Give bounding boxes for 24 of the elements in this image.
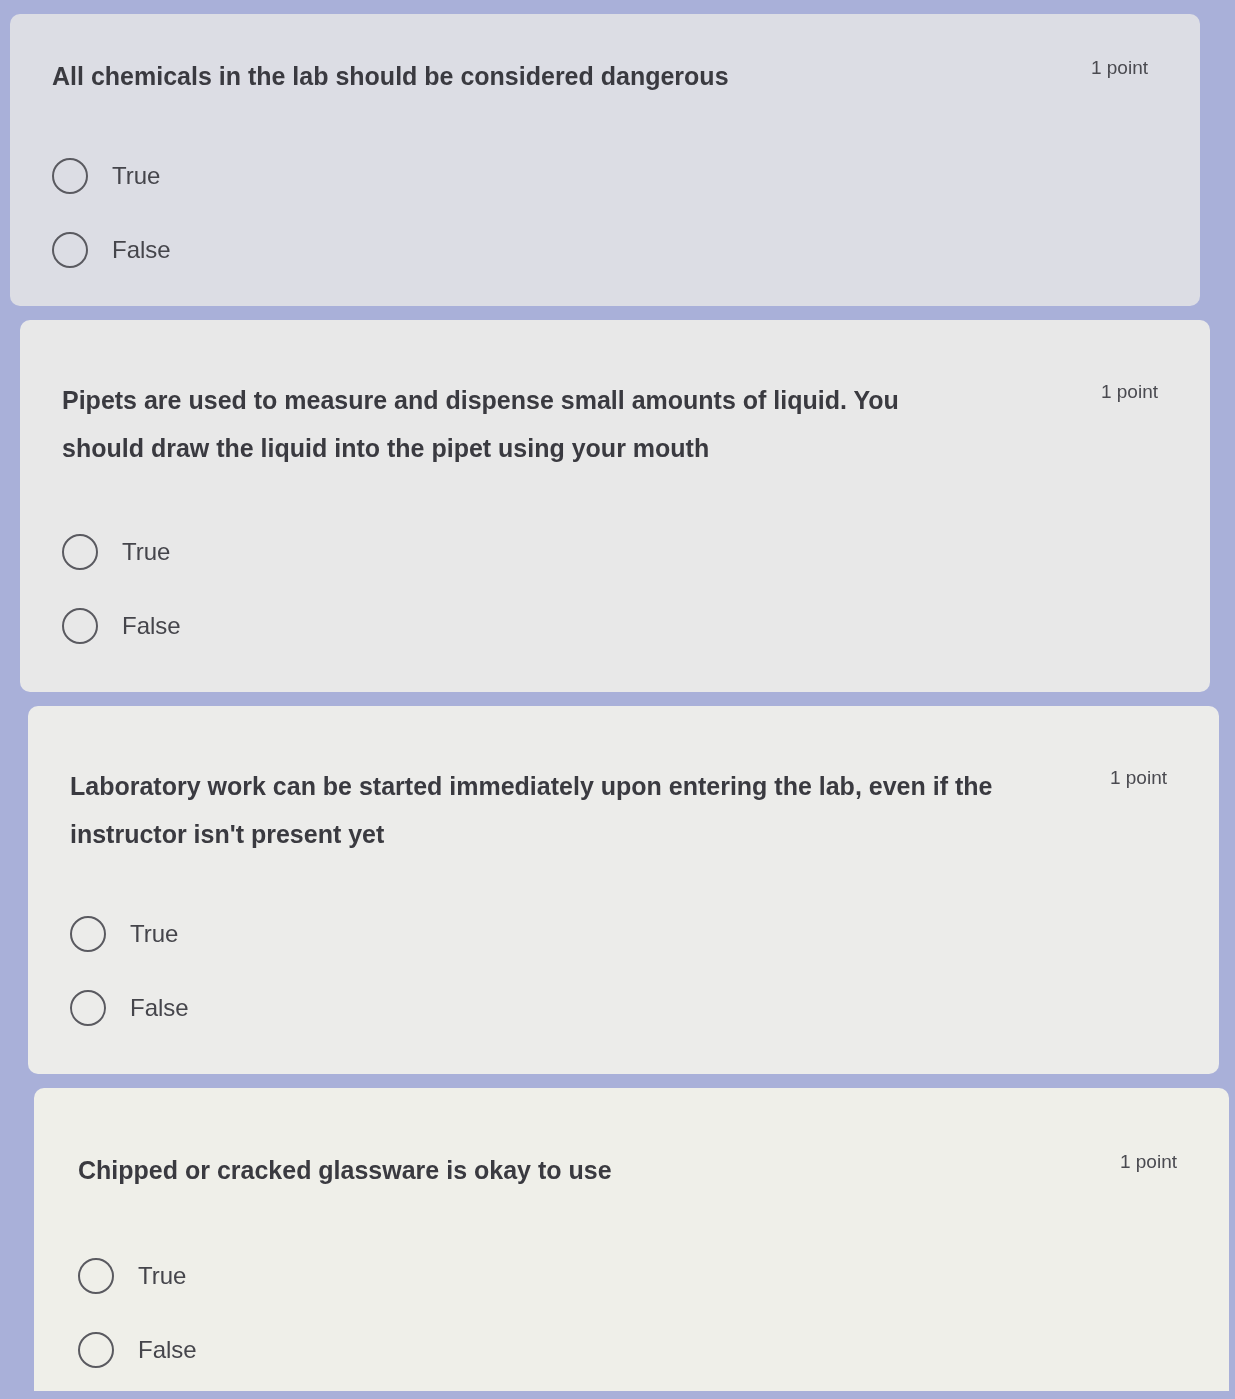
option-label: False	[138, 1335, 197, 1365]
points-label: 1 point	[1100, 380, 1158, 404]
radio-button[interactable]	[62, 608, 98, 644]
option-label: True	[112, 161, 161, 191]
option-label: False	[130, 993, 189, 1023]
option-label: True	[122, 537, 171, 567]
radio-button[interactable]	[52, 232, 88, 268]
radio-button[interactable]	[70, 990, 106, 1026]
option-label: True	[130, 919, 179, 949]
radio-button[interactable]	[78, 1258, 114, 1294]
points-label: 1 point	[1090, 56, 1148, 80]
radio-button[interactable]	[78, 1332, 114, 1368]
radio-button[interactable]	[70, 916, 106, 952]
radio-button[interactable]	[52, 158, 88, 194]
question-text: Chipped or cracked glassware is okay to use	[78, 1155, 613, 1186]
points-label: 1 point	[1119, 1150, 1177, 1174]
option-label: False	[122, 611, 181, 641]
radio-button[interactable]	[62, 534, 98, 570]
question-text: Laboratory work can be started immediately upon entering the lab, even if the instructor isn't present yet	[70, 771, 994, 850]
option-label: False	[112, 235, 171, 265]
question-text: Pipets are used to measure and dispense small amounts of liquid. You should draw the liquid into the pipet using your mouth	[62, 385, 900, 464]
points-label: 1 point	[1109, 766, 1167, 790]
question-text: All chemicals in the lab should be considered dangerous	[52, 61, 730, 92]
option-label: True	[138, 1261, 187, 1291]
